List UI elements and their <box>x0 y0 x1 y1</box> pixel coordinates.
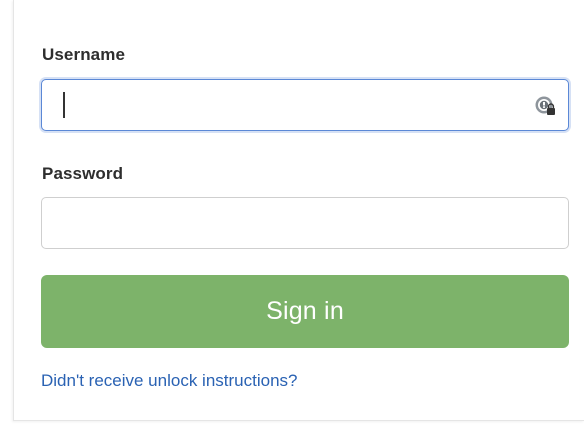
unlock-instructions-link[interactable]: Didn't receive unlock instructions? <box>41 371 297 391</box>
password-manager-icon[interactable] <box>534 95 556 117</box>
password-input[interactable] <box>42 198 568 248</box>
password-label: Password <box>42 164 124 183</box>
login-card: Username Password Sign in Didn't receive… <box>13 0 584 421</box>
username-field[interactable] <box>41 79 569 131</box>
username-label: Username <box>42 45 126 64</box>
text-caret <box>63 92 65 118</box>
username-input[interactable] <box>42 80 568 130</box>
password-field[interactable] <box>41 197 569 249</box>
sign-in-button[interactable]: Sign in <box>41 275 569 348</box>
